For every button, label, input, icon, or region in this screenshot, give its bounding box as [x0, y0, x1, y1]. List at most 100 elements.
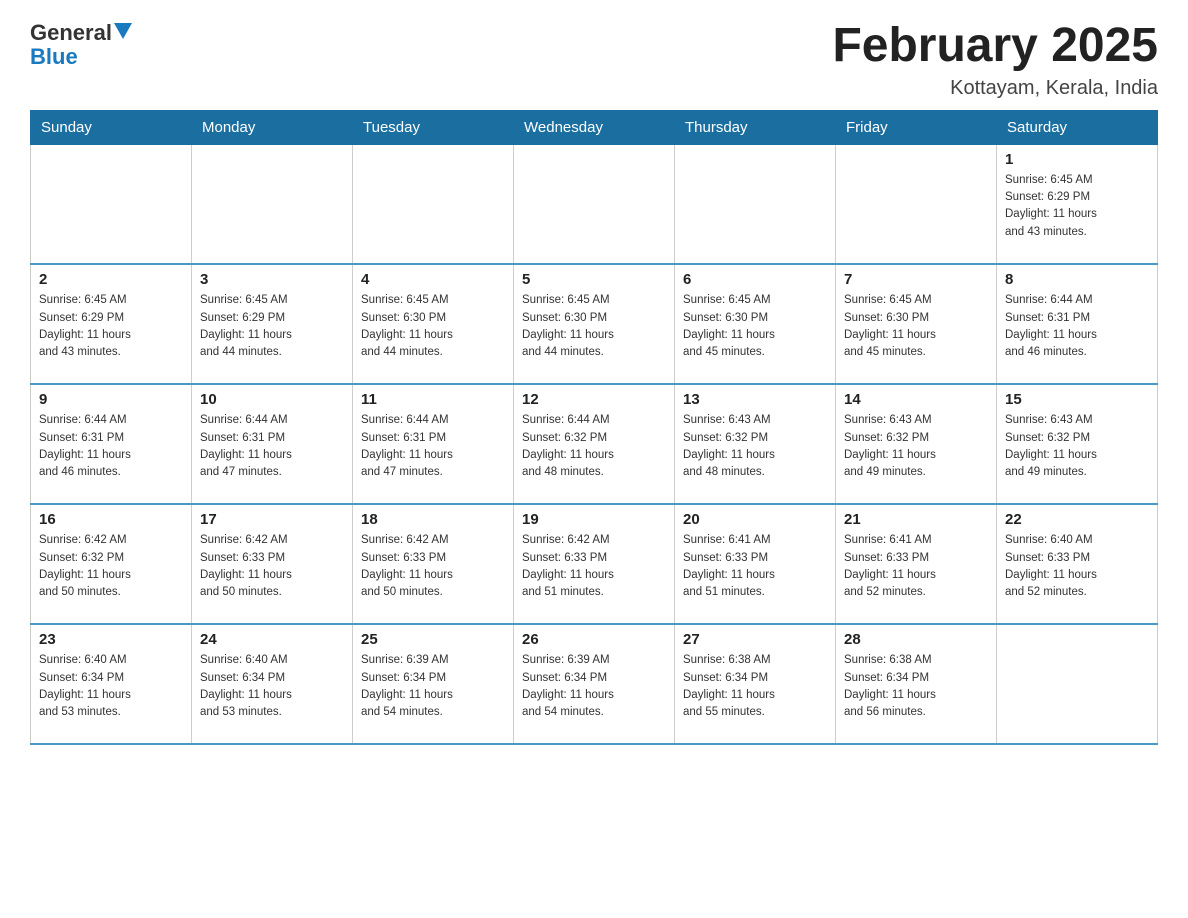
day-info: Sunrise: 6:43 AM Sunset: 6:32 PM Dayligh…: [1005, 412, 1149, 481]
calendar-cell: 3Sunrise: 6:45 AM Sunset: 6:29 PM Daylig…: [192, 264, 353, 384]
calendar-week-row: 1 Sunrise: 6:45 AM Sunset: 6:29 PM Daylig…: [31, 144, 1158, 264]
day-number: 16: [39, 511, 183, 528]
calendar-cell: 2 Sunrise: 6:45 AM Sunset: 6:29 PM Daylig…: [31, 264, 192, 384]
day-info: Sunrise: 6:41 AM Sunset: 6:33 PM Dayligh…: [683, 532, 827, 601]
day-number: 9: [39, 391, 183, 408]
calendar-cell: [31, 144, 192, 264]
logo-blue-text: Blue: [30, 46, 132, 68]
day-number: 2: [39, 271, 183, 288]
day-info: Sunrise: 6:45 AM Sunset: 6:30 PM Dayligh…: [361, 292, 505, 361]
day-info: Sunrise: 6:43 AM Sunset: 6:32 PM Dayligh…: [683, 412, 827, 481]
logo-general-text: General: [30, 20, 112, 46]
page-header: General Blue February 2025 Kottayam, Ker…: [30, 20, 1158, 100]
day-number: 3: [200, 271, 344, 288]
calendar-week-row: 16 Sunrise: 6:42 AM Sunset: 6:32 PM Dayli…: [31, 504, 1158, 624]
calendar-cell: 12 Sunrise: 6:44 AM Sunset: 6:32 PM Dayli…: [514, 384, 675, 504]
day-number: 18: [361, 511, 505, 528]
day-number: 27: [683, 631, 827, 648]
day-info: Sunrise: 6:44 AM Sunset: 6:31 PM Dayligh…: [1005, 292, 1149, 361]
day-info: Sunrise: 6:44 AM Sunset: 6:31 PM Dayligh…: [361, 412, 505, 481]
day-info: Sunrise: 6:44 AM Sunset: 6:32 PM Dayligh…: [522, 412, 666, 481]
day-info: Sunrise: 6:40 AM Sunset: 6:34 PM Dayligh…: [200, 652, 344, 721]
calendar-cell: 5 Sunrise: 6:45 AM Sunset: 6:30 PM Daylig…: [514, 264, 675, 384]
calendar-cell: 8 Sunrise: 6:44 AM Sunset: 6:31 PM Daylig…: [997, 264, 1158, 384]
calendar-cell: [836, 144, 997, 264]
day-info: Sunrise: 6:44 AM Sunset: 6:31 PM Dayligh…: [200, 412, 344, 481]
day-info: Sunrise: 6:42 AM Sunset: 6:32 PM Dayligh…: [39, 532, 183, 601]
day-number: 12: [522, 391, 666, 408]
calendar-cell: 13Sunrise: 6:43 AM Sunset: 6:32 PM Dayli…: [675, 384, 836, 504]
calendar-cell: [514, 144, 675, 264]
logo: General Blue: [30, 20, 132, 68]
calendar-cell: 26 Sunrise: 6:39 AM Sunset: 6:34 PM Dayli…: [514, 624, 675, 744]
calendar-cell: 6 Sunrise: 6:45 AM Sunset: 6:30 PM Daylig…: [675, 264, 836, 384]
calendar-cell: 15 Sunrise: 6:43 AM Sunset: 6:32 PM Dayli…: [997, 384, 1158, 504]
day-number: 11: [361, 391, 505, 408]
day-info: Sunrise: 6:39 AM Sunset: 6:34 PM Dayligh…: [522, 652, 666, 721]
calendar-cell: 22 Sunrise: 6:40 AM Sunset: 6:33 PM Dayli…: [997, 504, 1158, 624]
day-number: 5: [522, 271, 666, 288]
calendar-cell: 18 Sunrise: 6:42 AM Sunset: 6:33 PM Dayli…: [353, 504, 514, 624]
day-number: 19: [522, 511, 666, 528]
day-number: 6: [683, 271, 827, 288]
day-info: Sunrise: 6:45 AM Sunset: 6:29 PM Dayligh…: [1005, 172, 1149, 241]
calendar-body: 1 Sunrise: 6:45 AM Sunset: 6:29 PM Daylig…: [31, 144, 1158, 744]
calendar-header: SundayMondayTuesdayWednesdayThursdayFrid…: [31, 110, 1158, 144]
calendar-cell: 20 Sunrise: 6:41 AM Sunset: 6:33 PM Dayli…: [675, 504, 836, 624]
day-info: Sunrise: 6:42 AM Sunset: 6:33 PM Dayligh…: [361, 532, 505, 601]
calendar-cell: 11 Sunrise: 6:44 AM Sunset: 6:31 PM Dayli…: [353, 384, 514, 504]
day-of-week-header: Sunday: [31, 110, 192, 144]
days-of-week-row: SundayMondayTuesdayWednesdayThursdayFrid…: [31, 110, 1158, 144]
day-info: Sunrise: 6:39 AM Sunset: 6:34 PM Dayligh…: [361, 652, 505, 721]
day-info: Sunrise: 6:45 AM Sunset: 6:30 PM Dayligh…: [522, 292, 666, 361]
calendar-cell: 4Sunrise: 6:45 AM Sunset: 6:30 PM Daylig…: [353, 264, 514, 384]
day-of-week-header: Monday: [192, 110, 353, 144]
day-info: Sunrise: 6:41 AM Sunset: 6:33 PM Dayligh…: [844, 532, 988, 601]
day-info: Sunrise: 6:44 AM Sunset: 6:31 PM Dayligh…: [39, 412, 183, 481]
calendar-week-row: 9 Sunrise: 6:44 AM Sunset: 6:31 PM Daylig…: [31, 384, 1158, 504]
day-number: 8: [1005, 271, 1149, 288]
calendar-cell: 23Sunrise: 6:40 AM Sunset: 6:34 PM Dayli…: [31, 624, 192, 744]
day-number: 20: [683, 511, 827, 528]
calendar-cell: 10 Sunrise: 6:44 AM Sunset: 6:31 PM Dayli…: [192, 384, 353, 504]
day-info: Sunrise: 6:42 AM Sunset: 6:33 PM Dayligh…: [522, 532, 666, 601]
day-number: 17: [200, 511, 344, 528]
calendar-cell: 17 Sunrise: 6:42 AM Sunset: 6:33 PM Dayli…: [192, 504, 353, 624]
month-title: February 2025: [832, 20, 1158, 73]
calendar-cell: 27 Sunrise: 6:38 AM Sunset: 6:34 PM Dayli…: [675, 624, 836, 744]
logo-arrow-icon: [114, 23, 132, 39]
title-block: February 2025 Kottayam, Kerala, India: [832, 20, 1158, 100]
calendar-cell: 16 Sunrise: 6:42 AM Sunset: 6:32 PM Dayli…: [31, 504, 192, 624]
calendar-cell: [997, 624, 1158, 744]
day-of-week-header: Saturday: [997, 110, 1158, 144]
calendar-week-row: 23 Sunrise: 6:40 AM Sunset: 6:34 PM Dayli…: [31, 624, 1158, 744]
day-number: 15: [1005, 391, 1149, 408]
calendar-table: SundayMondayTuesdayWednesdayThursdayFrid…: [30, 110, 1158, 746]
calendar-cell: 7Sunrise: 6:45 AM Sunset: 6:30 PM Daylig…: [836, 264, 997, 384]
day-info: Sunrise: 6:43 AM Sunset: 6:32 PM Dayligh…: [844, 412, 988, 481]
calendar-cell: 1 Sunrise: 6:45 AM Sunset: 6:29 PM Daylig…: [997, 144, 1158, 264]
calendar-cell: 19 Sunrise: 6:42 AM Sunset: 6:33 PM Dayli…: [514, 504, 675, 624]
calendar-cell: [675, 144, 836, 264]
day-info: Sunrise: 6:45 AM Sunset: 6:29 PM Dayligh…: [39, 292, 183, 361]
calendar-week-row: 2 Sunrise: 6:45 AM Sunset: 6:29 PM Daylig…: [31, 264, 1158, 384]
day-number: 10: [200, 391, 344, 408]
day-info: Sunrise: 6:42 AM Sunset: 6:33 PM Dayligh…: [200, 532, 344, 601]
calendar-cell: 14Sunrise: 6:43 AM Sunset: 6:32 PM Dayli…: [836, 384, 997, 504]
day-of-week-header: Wednesday: [514, 110, 675, 144]
day-of-week-header: Friday: [836, 110, 997, 144]
day-number: 23: [39, 631, 183, 648]
day-number: 1: [1005, 151, 1149, 168]
calendar-cell: 28Sunrise: 6:38 AM Sunset: 6:34 PM Dayli…: [836, 624, 997, 744]
day-of-week-header: Thursday: [675, 110, 836, 144]
calendar-cell: 24 Sunrise: 6:40 AM Sunset: 6:34 PM Dayli…: [192, 624, 353, 744]
day-info: Sunrise: 6:40 AM Sunset: 6:33 PM Dayligh…: [1005, 532, 1149, 601]
day-number: 24: [200, 631, 344, 648]
calendar-cell: 9 Sunrise: 6:44 AM Sunset: 6:31 PM Daylig…: [31, 384, 192, 504]
day-info: Sunrise: 6:45 AM Sunset: 6:30 PM Dayligh…: [683, 292, 827, 361]
day-number: 22: [1005, 511, 1149, 528]
day-info: Sunrise: 6:38 AM Sunset: 6:34 PM Dayligh…: [683, 652, 827, 721]
day-info: Sunrise: 6:38 AM Sunset: 6:34 PM Dayligh…: [844, 652, 988, 721]
day-number: 25: [361, 631, 505, 648]
day-number: 26: [522, 631, 666, 648]
